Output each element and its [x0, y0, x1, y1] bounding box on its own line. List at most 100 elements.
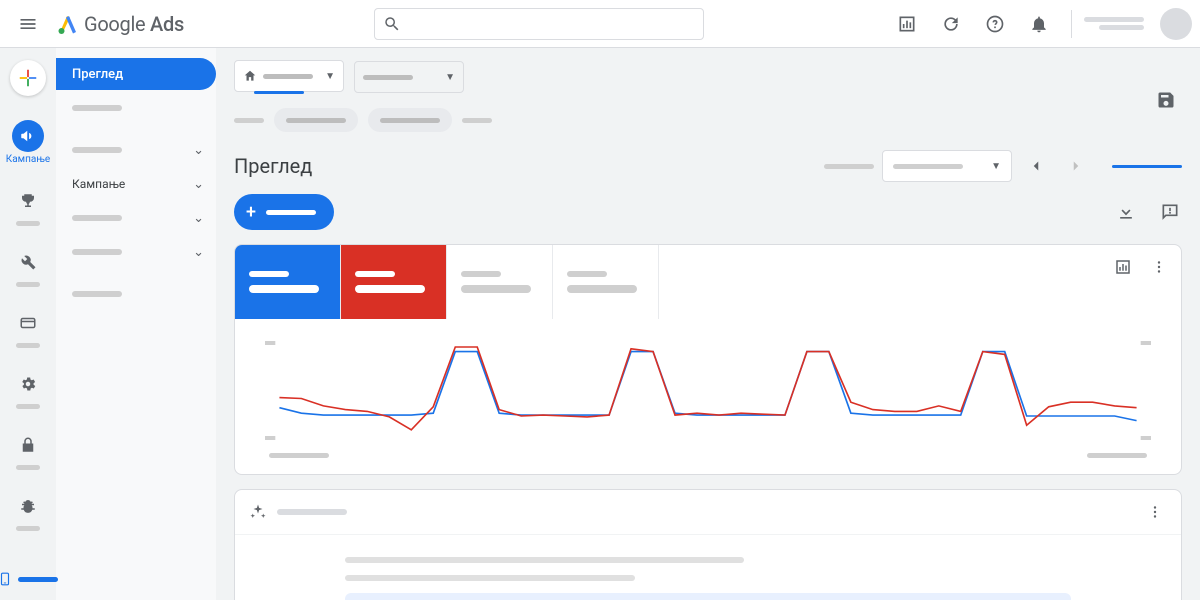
caret-down-icon: ▼: [991, 161, 1001, 172]
title-bar: Преглед ▼: [234, 150, 1182, 182]
card-menu-button[interactable]: [1147, 255, 1171, 279]
feedback-button[interactable]: [1158, 200, 1182, 224]
product-logo[interactable]: Google Ads: [56, 12, 184, 36]
trophy-icon: [19, 192, 37, 210]
rail-label-placeholder: [16, 404, 40, 409]
refresh-icon: [941, 14, 961, 34]
crumb-placeholder: [462, 118, 492, 123]
nav-label-placeholder: [72, 249, 122, 255]
rail-bugs[interactable]: [4, 482, 52, 539]
rec-action-placeholder[interactable]: [345, 593, 1071, 600]
chart: [235, 319, 1181, 474]
rail-security[interactable]: [4, 421, 52, 478]
search-icon: [383, 15, 401, 33]
account-scope-select[interactable]: ▼: [234, 60, 344, 94]
rail-goals[interactable]: [4, 177, 52, 234]
caret-down-icon: ▼: [325, 71, 335, 82]
nav-item[interactable]: ⌄: [56, 134, 216, 166]
rail-campaigns[interactable]: Кампање: [4, 112, 52, 173]
reports-button[interactable]: [887, 4, 927, 44]
date-label-placeholder: [824, 164, 874, 169]
nav-item[interactable]: [56, 92, 216, 124]
divider: [1071, 10, 1072, 38]
metric-value-placeholder: [355, 285, 425, 293]
user-avatar[interactable]: [1160, 8, 1192, 40]
chevron-down-icon: ⌄: [193, 245, 204, 260]
kebab-icon: [1146, 503, 1164, 521]
breadcrumb-chips: [234, 108, 1182, 132]
expand-chart-button[interactable]: [1111, 255, 1135, 279]
chevron-down-icon: ⌄: [193, 143, 204, 158]
rec-title-placeholder: [277, 509, 347, 515]
nav-label-placeholder: [72, 291, 122, 297]
rec-text-placeholder: [345, 557, 744, 563]
metric-name-placeholder: [249, 271, 289, 277]
new-campaign-button[interactable]: +: [234, 194, 334, 230]
chip-label-placeholder: [380, 118, 440, 123]
rail-label-placeholder: [16, 282, 40, 287]
header-actions: [887, 4, 1192, 44]
phone-icon: [0, 570, 12, 588]
metric-name-placeholder: [461, 271, 501, 277]
save-icon: [1156, 90, 1176, 110]
megaphone-icon: [19, 127, 37, 145]
metric-tab-4[interactable]: [553, 245, 659, 319]
line-chart-svg: [265, 333, 1151, 453]
rec-text-placeholder: [345, 575, 635, 581]
rail-label-placeholder: [16, 465, 40, 470]
card-menu-button[interactable]: [1143, 500, 1167, 524]
account-switcher[interactable]: [1084, 17, 1144, 30]
metric-tab-1[interactable]: [235, 245, 341, 319]
date-next-button[interactable]: [1060, 150, 1092, 182]
nav-campaigns[interactable]: Кампање⌄: [56, 168, 216, 200]
hamburger-menu-button[interactable]: [8, 4, 48, 44]
caret-down-icon: ▼: [445, 72, 455, 83]
filter-chip[interactable]: [368, 108, 452, 132]
download-button[interactable]: [1114, 200, 1138, 224]
date-prev-button[interactable]: [1020, 150, 1052, 182]
app-header: Google Ads: [0, 0, 1200, 48]
wrench-icon: [19, 253, 37, 271]
rail-billing[interactable]: [4, 299, 52, 356]
view-tab-indicator: [1112, 165, 1182, 168]
campaign-scope-select[interactable]: ▼: [354, 61, 464, 93]
metric-tab-2[interactable]: [341, 245, 447, 319]
rail-label-placeholder: [16, 221, 40, 226]
chart-icon: [1114, 258, 1132, 276]
rail-tools[interactable]: [4, 238, 52, 295]
nav-item[interactable]: [56, 278, 216, 310]
create-fab[interactable]: [10, 60, 46, 96]
main-content: ▼ ▼ Преглед ▼: [216, 48, 1200, 600]
scope-bar: ▼ ▼: [234, 60, 1182, 94]
nav-item[interactable]: ⌄: [56, 202, 216, 234]
nav-item[interactable]: ⌄: [56, 236, 216, 268]
notifications-button[interactable]: [1019, 4, 1059, 44]
help-icon: [985, 14, 1005, 34]
active-underline: [254, 91, 304, 94]
metric-name-placeholder: [355, 271, 395, 277]
chevron-down-icon: ⌄: [193, 177, 204, 192]
scope-label-placeholder: [363, 75, 413, 80]
nav-overview[interactable]: Преглед: [56, 58, 216, 90]
rail-label-placeholder: [16, 526, 40, 531]
help-button[interactable]: [975, 4, 1015, 44]
metric-value-placeholder: [461, 285, 531, 293]
refresh-button[interactable]: [931, 4, 971, 44]
rail-label: Кампање: [6, 154, 50, 165]
bell-icon: [1029, 14, 1049, 34]
chip-label-placeholder: [286, 118, 346, 123]
feedback-icon: [1160, 202, 1180, 222]
metric-value-placeholder: [567, 285, 637, 293]
date-range-picker[interactable]: ▼: [882, 150, 1012, 182]
metric-tabs: [235, 245, 1181, 319]
sparkle-icon: [249, 503, 267, 521]
search-input[interactable]: [374, 8, 704, 40]
cta-label-placeholder: [266, 210, 316, 215]
home-icon: [243, 69, 257, 83]
metric-value-placeholder: [249, 285, 319, 293]
filter-chip[interactable]: [274, 108, 358, 132]
rail-footer[interactable]: [0, 570, 56, 588]
metric-tab-3[interactable]: [447, 245, 553, 319]
save-view-button[interactable]: [1150, 84, 1182, 116]
rail-admin[interactable]: [4, 360, 52, 417]
